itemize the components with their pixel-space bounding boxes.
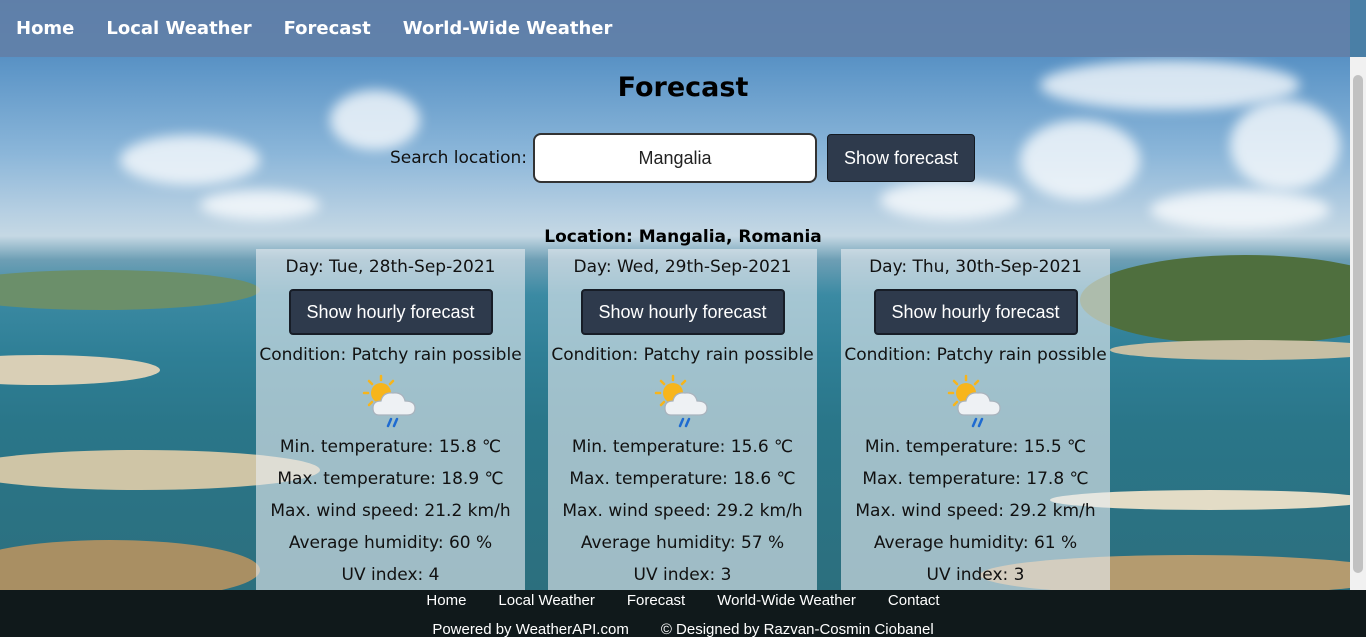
footer-world-wide-weather-link[interactable]: World-Wide Weather xyxy=(717,592,856,609)
patchy-rain-icon xyxy=(841,371,1110,431)
max-wind-speed: Max. wind speed: 29.2 km/h xyxy=(562,501,803,521)
forecast-day-label: Day: Thu, 30th-Sep-2021 xyxy=(869,257,1082,277)
page-scrollbar[interactable] xyxy=(1350,57,1366,590)
footer-links: Home Local Weather Forecast World-Wide W… xyxy=(0,592,1366,609)
uv-index: UV index: 4 xyxy=(341,565,440,585)
uv-index: UV index: 3 xyxy=(926,565,1025,585)
max-temperature: Max. temperature: 18.9 ℃ xyxy=(277,469,504,489)
search-label: Search location: xyxy=(390,148,527,168)
nav-home-link[interactable]: Home xyxy=(16,18,74,39)
page-title: Forecast xyxy=(617,72,749,103)
max-temperature: Max. temperature: 17.8 ℃ xyxy=(862,469,1089,489)
show-hourly-forecast-button[interactable]: Show hourly forecast xyxy=(288,289,493,335)
max-wind-speed: Max. wind speed: 21.2 km/h xyxy=(270,501,511,521)
patchy-rain-icon xyxy=(256,371,525,431)
location-heading: Location: Mangalia, Romania xyxy=(544,227,822,247)
max-wind-speed: Max. wind speed: 29.2 km/h xyxy=(855,501,1096,521)
max-temperature: Max. temperature: 18.6 ℃ xyxy=(569,469,796,489)
forecast-card-day-3: Day: Thu, 30th-Sep-2021 Show hourly fore… xyxy=(841,249,1110,590)
forecast-card-day-2: Day: Wed, 29th-Sep-2021 Show hourly fore… xyxy=(548,249,817,590)
nav-world-wide-weather-link[interactable]: World-Wide Weather xyxy=(403,18,613,39)
show-hourly-forecast-button[interactable]: Show hourly forecast xyxy=(580,289,785,335)
page-footer: Home Local Weather Forecast World-Wide W… xyxy=(0,590,1366,637)
condition-text: Condition: Patchy rain possible xyxy=(551,345,814,365)
designed-by-text: © Designed by Razvan-Cosmin Ciobanel xyxy=(660,621,934,637)
average-humidity: Average humidity: 61 % xyxy=(873,533,1078,553)
uv-index: UV index: 3 xyxy=(633,565,732,585)
forecast-card-day-1: Day: Tue, 28th-Sep-2021 Show hourly fore… xyxy=(256,249,525,590)
min-temperature: Min. temperature: 15.5 ℃ xyxy=(864,437,1087,457)
footer-forecast-link[interactable]: Forecast xyxy=(627,592,685,609)
patchy-rain-icon xyxy=(548,371,817,431)
footer-credits: Powered by WeatherAPI.com © Designed by … xyxy=(0,621,1366,637)
footer-local-weather-link[interactable]: Local Weather xyxy=(498,592,594,609)
condition-text: Condition: Patchy rain possible xyxy=(844,345,1107,365)
show-hourly-forecast-button[interactable]: Show hourly forecast xyxy=(873,289,1078,335)
powered-by-text: Powered by WeatherAPI.com xyxy=(432,621,629,637)
nav-local-weather-link[interactable]: Local Weather xyxy=(106,18,251,39)
condition-text: Condition: Patchy rain possible xyxy=(259,345,522,365)
nav-forecast-link[interactable]: Forecast xyxy=(284,18,371,39)
average-humidity: Average humidity: 60 % xyxy=(288,533,493,553)
min-temperature: Min. temperature: 15.6 ℃ xyxy=(571,437,794,457)
search-form: Search location: Show forecast xyxy=(390,133,975,183)
search-location-input[interactable] xyxy=(533,133,817,183)
min-temperature: Min. temperature: 15.8 ℃ xyxy=(279,437,502,457)
scrollbar-thumb[interactable] xyxy=(1353,75,1363,573)
show-forecast-button[interactable]: Show forecast xyxy=(827,134,975,182)
forecast-day-label: Day: Wed, 29th-Sep-2021 xyxy=(573,257,792,277)
average-humidity: Average humidity: 57 % xyxy=(580,533,785,553)
footer-contact-link[interactable]: Contact xyxy=(888,592,940,609)
footer-home-link[interactable]: Home xyxy=(426,592,466,609)
top-navigation: Home Local Weather Forecast World-Wide W… xyxy=(0,0,1350,57)
forecast-day-label: Day: Tue, 28th-Sep-2021 xyxy=(285,257,496,277)
